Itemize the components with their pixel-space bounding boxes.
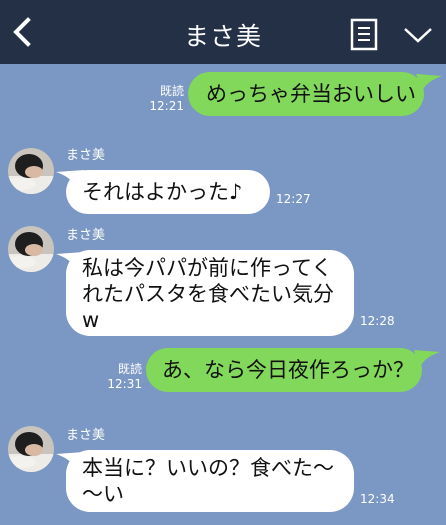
timestamp: 12:21 [149,99,184,113]
read-status: 既読 12:21 [140,84,184,114]
received-message: まさ美 本当に？いいの？食べた〜 〜い 12:34 [0,426,446,522]
avatar[interactable] [8,226,54,272]
read-label: 既読 [117,362,142,376]
sent-message: 既読 12:21 めっちゃ弁当おいしい [0,64,446,124]
avatar[interactable] [8,426,54,472]
notes-button[interactable] [350,18,380,52]
message-bubble[interactable]: それはよかった♪ [66,170,270,214]
message-text: めっちゃ弁当おいしい [206,82,416,106]
chevron-down-icon [404,28,432,43]
timestamp: 12:34 [360,492,395,506]
menu-dropdown-button[interactable] [402,24,434,46]
sender-name: まさ美 [66,228,106,243]
received-message: まさ美 私は今パパが前に作ってく れたパスタを食べたい気分 w 12:28 [0,226,446,338]
sender-name: まさ美 [66,148,106,163]
sent-message: 既読 12:31 あ、なら今日夜作ろっか？ [0,344,446,402]
message-bubble[interactable]: 私は今パパが前に作ってく れたパスタを食べたい気分 w [66,250,354,336]
sender-name: まさ美 [66,428,106,443]
message-text: あ、なら今日夜作ろっか？ [162,358,414,382]
message-bubble[interactable]: めっちゃ弁当おいしい [188,72,424,116]
bubble-tail [414,350,440,368]
message-text-line: 私は今パパが前に作ってく [82,256,333,280]
timestamp: 12:27 [276,192,311,206]
bubble-tail [416,74,442,92]
message-bubble[interactable]: あ、なら今日夜作ろっか？ [146,348,422,392]
read-status: 既読 12:31 [98,362,142,392]
message-text-line: 〜い [82,482,124,506]
message-text-line: w [82,308,100,332]
timestamp: 12:28 [360,314,395,328]
read-label: 既読 [159,84,184,98]
chat-header: まさ美 [0,0,446,64]
message-bubble[interactable]: 本当に？いいの？食べた〜 〜い [66,450,354,512]
message-text-line: 本当に？いいの？食べた〜 [82,456,334,480]
message-text: それはよかった♪ [82,180,243,204]
timestamp: 12:31 [107,377,142,391]
message-text-line: れたパスタを食べたい気分 [82,282,334,306]
chat-area[interactable]: 既読 12:21 めっちゃ弁当おいしい まさ美 それはよかった♪ 12:27 ま… [0,64,446,525]
avatar[interactable] [8,148,54,194]
notes-icon [350,18,378,51]
received-message: まさ美 それはよかった♪ 12:27 [0,148,446,218]
